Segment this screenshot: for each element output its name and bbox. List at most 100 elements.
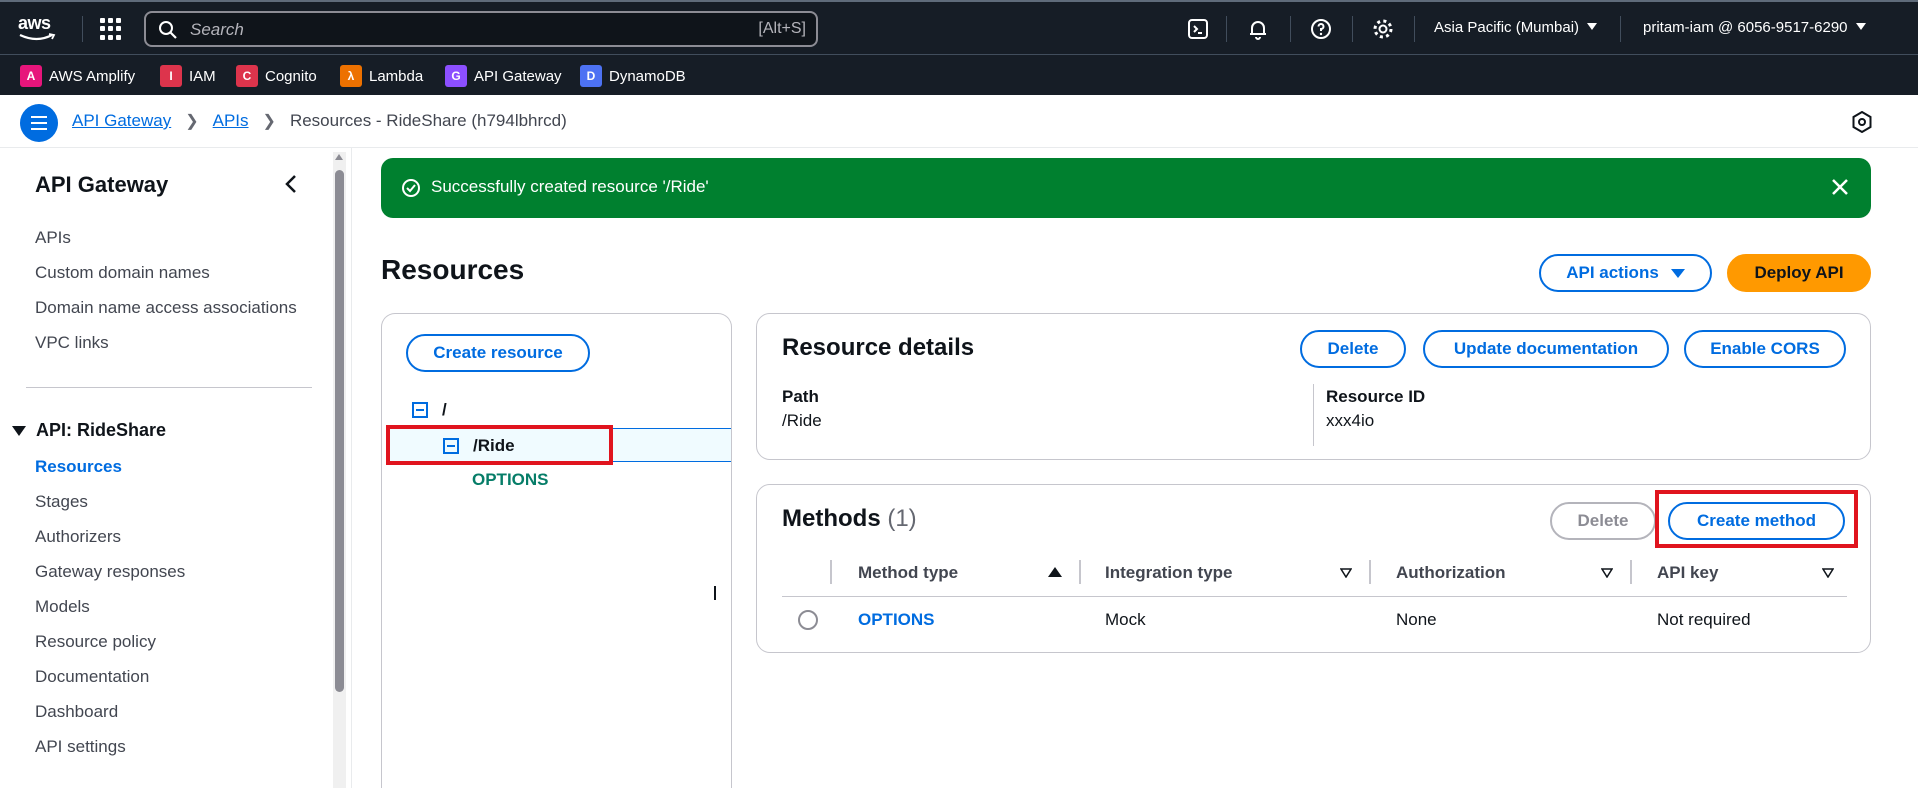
favorite-label: AWS Amplify	[49, 67, 136, 85]
divider	[82, 16, 83, 42]
button-label: Deploy API	[1754, 263, 1844, 282]
search-input[interactable]: Search [Alt+S]	[144, 11, 818, 47]
favorites-bar: A AWS Amplify I IAM C Cognito λ Lambda G API …	[0, 54, 1918, 95]
sidebar-item-api-settings[interactable]: API settings	[35, 737, 126, 757]
column-header-authorization[interactable]: Authorization	[1396, 563, 1506, 583]
column-separator	[1369, 560, 1371, 584]
sidebar-item-dashboard[interactable]: Dashboard	[35, 702, 118, 722]
close-icon[interactable]	[1831, 178, 1849, 196]
delete-resource-button[interactable]: Delete	[1300, 330, 1406, 368]
method-type-link[interactable]: OPTIONS	[858, 610, 935, 630]
region-label: Asia Pacific (Mumbai)	[1434, 19, 1580, 36]
sidebar-item-authorizers[interactable]: Authorizers	[35, 527, 121, 547]
favorite-label: Lambda	[369, 67, 424, 85]
favorite-dynamodb[interactable]: D DynamoDB	[580, 65, 686, 87]
favorite-iam[interactable]: I IAM	[160, 65, 216, 87]
sidebar-section-api[interactable]: API: RideShare	[12, 420, 166, 441]
favorite-api-gateway[interactable]: G API Gateway	[445, 65, 562, 87]
sidebar-item-domain-name-access-associations[interactable]: Domain name access associations	[35, 298, 297, 318]
button-label: Enable CORS	[1710, 339, 1820, 358]
column-separator	[830, 560, 832, 584]
caret-down-icon	[1670, 268, 1685, 278]
sort-icon[interactable]	[1822, 568, 1834, 578]
methods-title: Methods (1)	[782, 505, 917, 533]
tree-root-label: /	[442, 400, 447, 419]
lambda-icon: λ	[340, 65, 362, 87]
create-resource-button[interactable]: Create resource	[406, 334, 590, 372]
collapse-tree-icon[interactable]	[412, 402, 428, 418]
account-menu[interactable]: pritam-iam @ 6056-9517-6290	[1643, 19, 1866, 36]
tree-root[interactable]: /	[412, 400, 447, 420]
collapse-icon[interactable]	[284, 174, 298, 194]
authorization-cell: None	[1396, 610, 1437, 629]
sidebar-item-custom-domain-names[interactable]: Custom domain names	[35, 263, 210, 283]
delete-method-button[interactable]: Delete	[1550, 502, 1656, 540]
resource-details-title: Resource details	[782, 334, 975, 361]
column-header-integration-type[interactable]: Integration type	[1105, 563, 1233, 583]
sidebar-item-gateway-responses[interactable]: Gateway responses	[35, 562, 185, 582]
side-navigation: API Gateway APIs Custom domain names Dom…	[0, 148, 332, 788]
success-flash-message: Successfully created resource '/Ride'	[381, 158, 1871, 218]
help-icon[interactable]	[1309, 17, 1333, 41]
sidenav-scrollbar[interactable]	[333, 152, 346, 788]
gear-icon[interactable]	[1371, 17, 1395, 41]
region-selector[interactable]: Asia Pacific (Mumbai)	[1434, 19, 1598, 36]
sidebar-item-resources[interactable]: Resources	[35, 457, 122, 477]
path-value: /Ride	[782, 411, 822, 430]
top-navigation: aws Search [Alt+S] Asia Pacific (Mumbai)…	[0, 0, 1918, 54]
scrollbar-thumb[interactable]	[335, 170, 344, 692]
sidebar-item-resource-policy[interactable]: Resource policy	[35, 632, 156, 652]
sort-icon[interactable]	[1601, 568, 1613, 578]
bell-icon[interactable]	[1246, 17, 1270, 41]
button-label: Create resource	[433, 343, 563, 362]
sidebar-item-documentation[interactable]: Documentation	[35, 667, 149, 687]
integration-type-cell: Mock	[1105, 610, 1146, 629]
column-header-method-type[interactable]: Method type	[858, 563, 958, 583]
chevron-right-icon: ❯	[262, 113, 276, 130]
divider	[351, 148, 352, 788]
breadcrumb-api-gateway[interactable]: API Gateway	[72, 111, 171, 131]
breadcrumb-bar: API Gateway ❯ APIs ❯ Resources - RideSha…	[0, 95, 1918, 148]
tree-method-options[interactable]: OPTIONS	[472, 470, 549, 490]
enable-cors-button[interactable]: Enable CORS	[1684, 330, 1846, 368]
breadcrumb: API Gateway ❯ APIs ❯ Resources - RideSha…	[72, 111, 567, 131]
dynamodb-icon: D	[580, 65, 602, 87]
api-key-cell: Not required	[1657, 610, 1751, 629]
search-placeholder: Search	[190, 20, 244, 39]
caret-down-icon	[12, 425, 26, 436]
sidebar-item-stages[interactable]: Stages	[35, 492, 88, 512]
favorite-label: IAM	[189, 67, 216, 85]
divider	[26, 387, 312, 388]
chevron-down-icon	[1855, 23, 1866, 30]
check-circle-icon	[402, 179, 420, 197]
services-grid-icon[interactable]	[100, 18, 122, 40]
favorite-aws-amplify[interactable]: A AWS Amplify	[20, 65, 135, 87]
sidebar-item-models[interactable]: Models	[35, 597, 90, 617]
favorite-lambda[interactable]: λ Lambda	[340, 65, 423, 87]
divider	[1226, 16, 1227, 42]
update-documentation-button[interactable]: Update documentation	[1423, 330, 1669, 368]
sidebar-item-apis[interactable]: APIs	[35, 228, 71, 248]
divider	[1620, 16, 1621, 42]
search-shortcut: [Alt+S]	[758, 20, 806, 37]
api-actions-button[interactable]: API actions	[1539, 254, 1712, 292]
amplify-icon: A	[20, 65, 42, 87]
sort-ascending-icon[interactable]	[1048, 567, 1062, 577]
sidebar-item-vpc-links[interactable]: VPC links	[35, 333, 109, 353]
breadcrumb-apis[interactable]: APIs	[213, 111, 249, 131]
scroll-up-icon[interactable]	[335, 154, 343, 160]
aws-logo[interactable]: aws	[18, 14, 62, 42]
row-select-radio[interactable]	[798, 610, 818, 630]
sort-icon[interactable]	[1340, 568, 1352, 578]
favorite-cognito[interactable]: C Cognito	[236, 65, 317, 87]
iam-icon: I	[160, 65, 182, 87]
account-label: pritam-iam @ 6056-9517-6290	[1643, 19, 1848, 36]
settings-hex-icon[interactable]	[1852, 111, 1872, 133]
button-label: Update documentation	[1453, 339, 1639, 358]
favorite-label: DynamoDB	[609, 67, 686, 85]
column-header-api-key[interactable]: API key	[1657, 563, 1718, 583]
deploy-api-button[interactable]: Deploy API	[1727, 254, 1871, 292]
cloudshell-icon[interactable]	[1186, 17, 1210, 41]
highlight-box	[1655, 490, 1858, 548]
menu-icon[interactable]	[20, 104, 58, 142]
